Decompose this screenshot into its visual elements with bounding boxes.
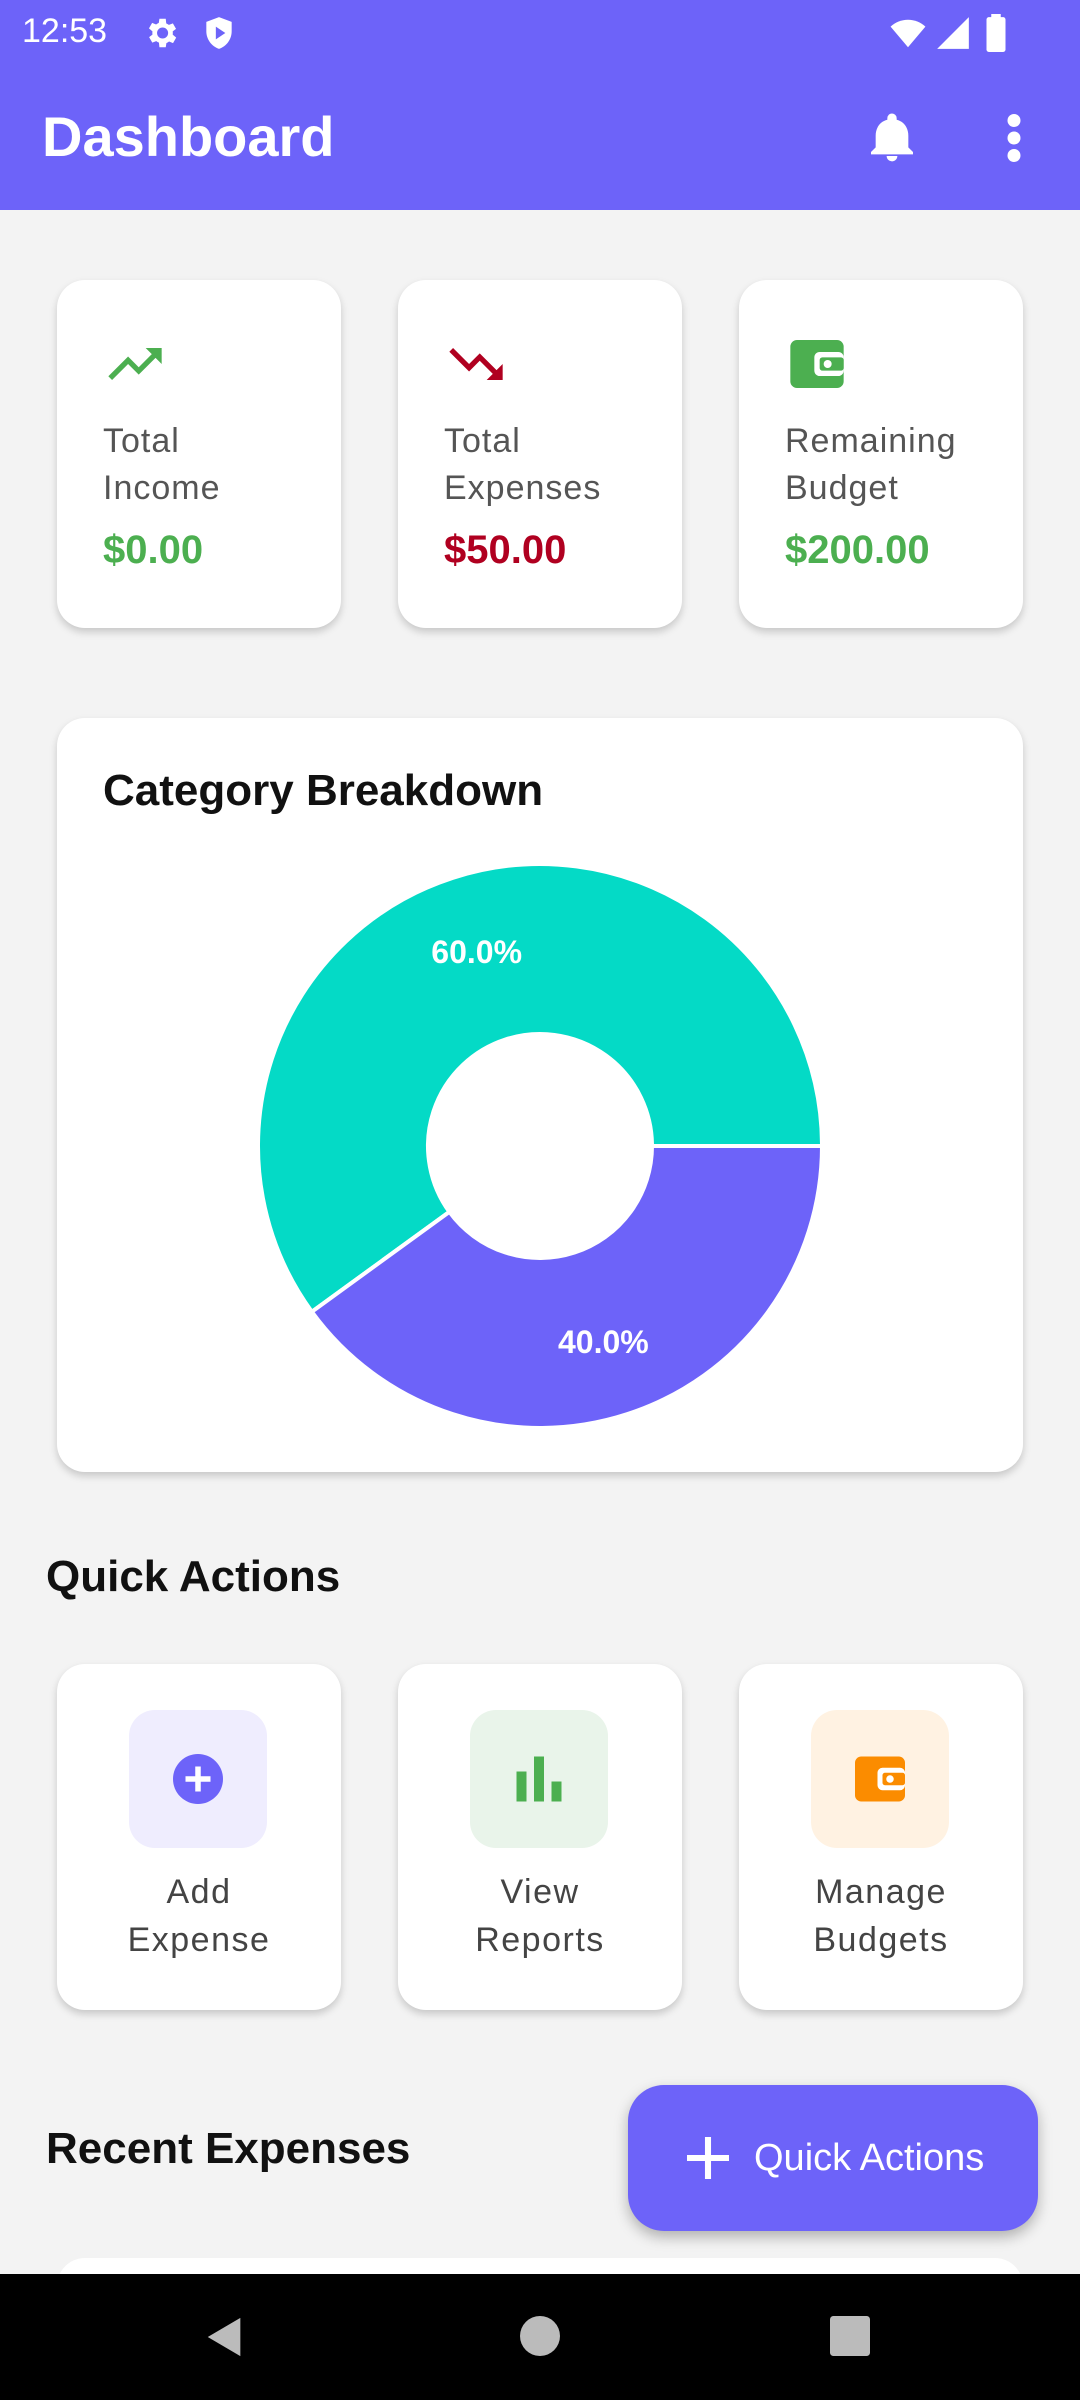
manage-budgets-tile bbox=[811, 1710, 949, 1848]
manage-budgets-button[interactable]: Manage Budgets bbox=[739, 1664, 1023, 2010]
settings-icon bbox=[148, 18, 177, 48]
wifi-icon bbox=[890, 19, 926, 48]
total-income-value: $0.00 bbox=[103, 528, 204, 572]
notifications-bell-icon[interactable] bbox=[864, 108, 920, 168]
view-reports-label: View Reports bbox=[475, 1873, 605, 1959]
wallet-icon bbox=[790, 340, 844, 388]
donut-label-0: 60.0% bbox=[431, 934, 522, 970]
add-circle-icon bbox=[173, 1754, 223, 1804]
back-icon[interactable] bbox=[202, 2314, 248, 2360]
remaining-budget-card: Remaining Budget $200.00 bbox=[739, 280, 1023, 628]
fab-label: Quick Actions bbox=[754, 2137, 985, 2179]
bar-chart-icon bbox=[516, 1756, 562, 1802]
battery-icon bbox=[986, 14, 1006, 52]
shield-icon bbox=[206, 17, 232, 49]
donut-label-1: 40.0% bbox=[558, 1324, 649, 1360]
remaining-budget-label: Remaining Budget bbox=[785, 422, 957, 507]
app-bar: Dashboard bbox=[0, 66, 1080, 210]
home-icon[interactable] bbox=[520, 2316, 560, 2356]
add-expense-button[interactable]: Add Expense bbox=[57, 1664, 341, 2010]
quick-actions-fab[interactable]: Quick Actions bbox=[628, 2085, 1038, 2231]
category-donut-chart: 60.0% 40.0% bbox=[256, 862, 825, 1430]
recent-expenses-title: Recent Expenses bbox=[46, 2124, 411, 2173]
total-income-label: Total Income bbox=[103, 422, 221, 507]
add-expense-label: Add Expense bbox=[127, 1873, 271, 1959]
quick-actions-title: Quick Actions bbox=[46, 1552, 341, 1601]
remaining-budget-value: $200.00 bbox=[785, 528, 930, 572]
signal-icon bbox=[937, 17, 969, 49]
trending-down-icon bbox=[449, 348, 503, 380]
total-income-card: Total Income $0.00 bbox=[57, 280, 341, 628]
status-bar: 12:53 bbox=[0, 0, 1080, 66]
more-vert-icon[interactable] bbox=[994, 108, 1034, 168]
view-reports-tile bbox=[470, 1710, 608, 1848]
status-time: 12:53 bbox=[22, 12, 108, 50]
add-expense-tile bbox=[129, 1710, 267, 1848]
category-breakdown-card: Category Breakdown 60.0% 40.0% bbox=[57, 718, 1023, 1472]
recents-icon[interactable] bbox=[830, 2316, 870, 2356]
trending-up-icon bbox=[108, 348, 162, 380]
plus-icon bbox=[687, 2137, 729, 2179]
wallet-icon bbox=[855, 1756, 905, 1802]
total-expenses-value: $50.00 bbox=[444, 528, 567, 572]
manage-budgets-label: Manage Budgets bbox=[813, 1873, 949, 1959]
system-nav-bar bbox=[0, 2274, 1080, 2400]
page-title: Dashboard bbox=[42, 105, 335, 168]
total-expenses-label: Total Expenses bbox=[444, 422, 602, 507]
view-reports-button[interactable]: View Reports bbox=[398, 1664, 682, 2010]
total-expenses-card: Total Expenses $50.00 bbox=[398, 280, 682, 628]
